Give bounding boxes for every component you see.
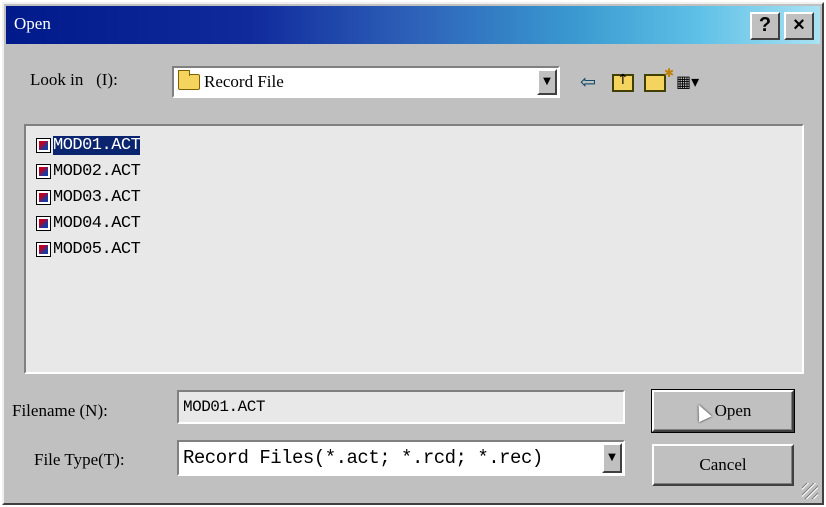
dialog-title: Open	[14, 14, 51, 33]
file-type-accel: (T):	[98, 450, 125, 469]
view-menu-icon[interactable]: ▦▾	[676, 72, 712, 94]
close-button[interactable]: ×	[784, 12, 814, 40]
file-icon	[36, 163, 51, 179]
file-icon	[36, 137, 51, 153]
cancel-button[interactable]: Cancel	[652, 444, 794, 486]
list-item[interactable]: MOD04.ACT	[36, 212, 141, 234]
list-item[interactable]: MOD02.ACT	[36, 160, 141, 182]
filename-label: Filename (N):	[12, 401, 108, 420]
file-type-value: Record Files(*.act; *.rcd; *.rec)	[183, 447, 543, 469]
file-icon	[36, 189, 51, 205]
file-type-label: File Type(T):	[34, 450, 125, 469]
help-button[interactable]: ?	[750, 12, 780, 40]
look-in-value: Record File	[204, 72, 284, 91]
file-list[interactable]: MOD01.ACT MOD02.ACT MOD03.ACT MOD04.ACT …	[24, 124, 804, 374]
file-icon	[36, 215, 51, 231]
list-item[interactable]: MOD05.ACT	[36, 238, 141, 260]
up-folder-icon[interactable]	[612, 72, 634, 92]
resize-grip-icon[interactable]	[802, 483, 818, 499]
open-button[interactable]: Open	[651, 389, 795, 433]
new-folder-icon[interactable]	[644, 66, 674, 92]
file-type-dropdown-arrow[interactable]: ▼	[602, 443, 622, 473]
title-bar[interactable]: Open ? ×	[6, 6, 820, 44]
look-in-accel: (I):	[96, 70, 118, 89]
file-type-dropdown[interactable]: Record Files(*.act; *.rcd; *.rec) ▼	[177, 440, 625, 476]
filename-accel: (N):	[79, 401, 108, 420]
list-item[interactable]: MOD03.ACT	[36, 186, 141, 208]
file-icon	[36, 241, 51, 257]
back-arrow-icon[interactable]: ⇦	[580, 72, 604, 94]
look-in-dropdown[interactable]: Record File ▼	[172, 66, 560, 98]
look-in-dropdown-arrow[interactable]: ▼	[537, 69, 557, 95]
mouse-cursor-icon	[691, 401, 712, 423]
filename-input[interactable]: MOD01.ACT	[177, 390, 625, 424]
look-in-label: Look in (I):	[30, 70, 118, 89]
open-dialog: Open ? × Look in (I): Record File ▼ ⇦ ▦▾…	[2, 2, 824, 505]
folder-icon	[178, 70, 200, 90]
list-item[interactable]: MOD01.ACT	[36, 134, 141, 156]
